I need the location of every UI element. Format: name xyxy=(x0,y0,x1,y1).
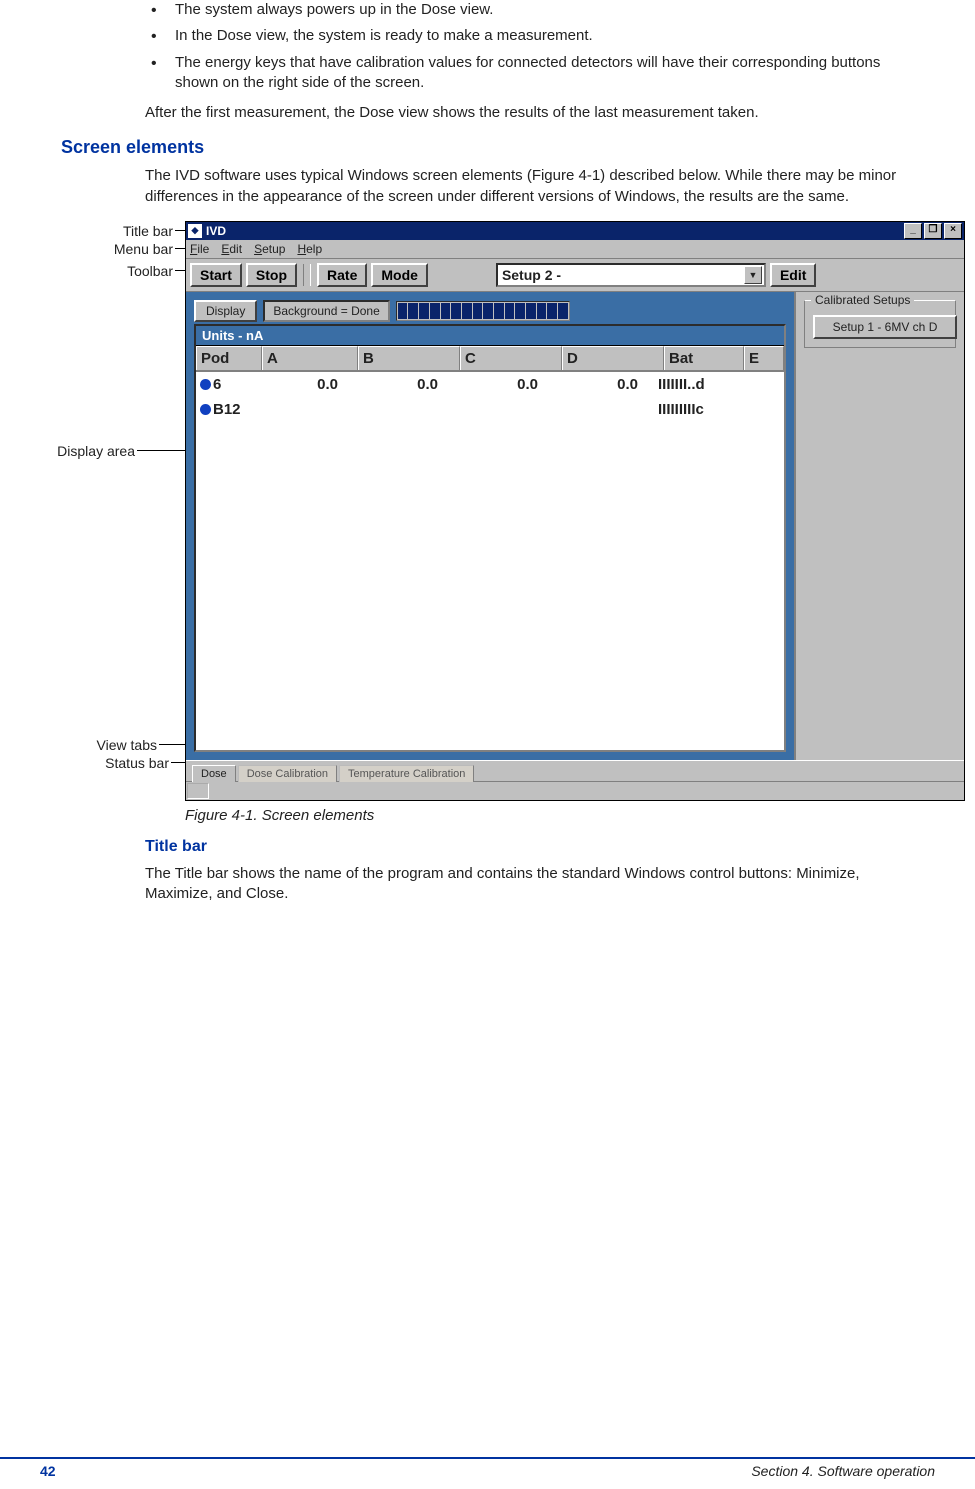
title-bar: ◆ IVD _ ❐ × xyxy=(186,222,964,240)
status-cell xyxy=(187,783,209,799)
cell: 6 xyxy=(213,376,221,393)
units-label: Units - nA xyxy=(202,328,263,343)
col-header: E xyxy=(744,346,784,370)
menu-bar: File Edit Setup Help xyxy=(186,240,964,259)
menu-setup[interactable]: Setup xyxy=(254,242,285,256)
cell xyxy=(354,399,454,420)
setup-button[interactable]: Setup 1 - 6MV ch D xyxy=(813,315,957,339)
figure-caption: Figure 4-1. Screen elements xyxy=(185,807,935,824)
menu-file[interactable]: File xyxy=(190,242,209,256)
pod-icon xyxy=(200,379,211,390)
callout-label: Display area xyxy=(57,443,135,459)
section-label: Section 4. Software operation xyxy=(751,1463,935,1479)
body-text: The IVD software uses typical Windows sc… xyxy=(145,166,925,207)
client-area: Display Background = Done Units - nA xyxy=(186,292,964,760)
menu-edit[interactable]: Edit xyxy=(221,242,242,256)
app-title: IVD xyxy=(206,224,226,238)
progress-bar xyxy=(396,301,570,321)
col-header: D xyxy=(562,346,664,370)
body-text: After the first measurement, the Dose vi… xyxy=(145,103,925,123)
calibrated-setups-group: Calibrated Setups Setup 1 - 6MV ch D xyxy=(804,300,956,348)
col-header: C xyxy=(460,346,562,370)
minimize-button[interactable]: _ xyxy=(904,223,922,239)
callout-label: Title bar xyxy=(123,223,173,239)
bullet-list: The system always powers up in the Dose … xyxy=(145,0,925,93)
app-window: ◆ IVD _ ❐ × File Edit Setup Help Start S… xyxy=(185,221,965,801)
callout-label: Toolbar xyxy=(127,263,173,279)
app-icon: ◆ xyxy=(188,224,202,238)
menu-help[interactable]: Help xyxy=(297,242,322,256)
page-number: 42 xyxy=(40,1463,56,1479)
cell xyxy=(260,399,354,420)
col-header: B xyxy=(358,346,460,370)
table-row: 6 0.0 0.0 0.0 0.0 IIIIIII..d xyxy=(196,372,784,397)
callout-label: Menu bar xyxy=(114,241,173,257)
group-title: Calibrated Setups xyxy=(811,293,914,307)
section-heading: Screen elements xyxy=(61,137,925,158)
bullet-item: The energy keys that have calibration va… xyxy=(145,53,925,94)
setup-combo[interactable]: Setup 2 - ▼ xyxy=(496,263,766,287)
setup-combo-value: Setup 2 - xyxy=(502,267,561,283)
right-pane: Calibrated Setups Setup 1 - 6MV ch D xyxy=(794,292,964,760)
cell: IIIIIIIIIc xyxy=(654,399,732,420)
cell: 0.0 xyxy=(354,374,454,395)
tab-dose-calibration[interactable]: Dose Calibration xyxy=(238,765,337,782)
pod-icon xyxy=(200,404,211,415)
cell: B12 xyxy=(213,401,241,418)
figure: Title bar Menu bar Toolbar Display area … xyxy=(40,221,935,824)
subsection-heading: Title bar xyxy=(145,838,925,856)
table-row: B12 IIIIIIIIIc xyxy=(196,397,784,422)
cell xyxy=(554,399,654,420)
bullet-item: In the Dose view, the system is ready to… xyxy=(145,26,925,46)
toolbar: Start Stop Rate Mode Setup 2 - ▼ Edit xyxy=(186,259,964,292)
page-footer: 42 Section 4. Software operation xyxy=(0,1457,975,1479)
stop-button[interactable]: Stop xyxy=(246,263,297,287)
data-grid: Units - nA Pod A B C D Bat E 6 xyxy=(194,324,786,752)
body-text: The Title bar shows the name of the prog… xyxy=(145,864,925,905)
callout-label: Status bar xyxy=(105,755,169,771)
view-tabs: Dose Dose Calibration Temperature Calibr… xyxy=(186,760,964,781)
bullet-item: The system always powers up in the Dose … xyxy=(145,0,925,20)
col-header: A xyxy=(262,346,358,370)
rate-button[interactable]: Rate xyxy=(317,263,367,287)
cell xyxy=(732,374,770,395)
mode-button[interactable]: Mode xyxy=(371,263,428,287)
tab-temperature-calibration[interactable]: Temperature Calibration xyxy=(339,765,474,782)
col-header: Pod xyxy=(196,346,262,370)
cell: IIIIIII..d xyxy=(654,374,732,395)
cell xyxy=(454,399,554,420)
chevron-down-icon[interactable]: ▼ xyxy=(744,266,762,284)
tab-dose[interactable]: Dose xyxy=(192,765,236,782)
cell xyxy=(732,399,770,420)
edit-button[interactable]: Edit xyxy=(770,263,816,287)
cell: 0.0 xyxy=(554,374,654,395)
close-button[interactable]: × xyxy=(944,223,962,239)
grid-header-row: Pod A B C D Bat E xyxy=(196,346,784,372)
start-button[interactable]: Start xyxy=(190,263,242,287)
status-bar xyxy=(186,781,964,800)
callout-label: View tabs xyxy=(97,737,157,753)
display-button[interactable]: Display xyxy=(194,300,257,322)
separator xyxy=(303,264,311,286)
background-status: Background = Done xyxy=(263,300,389,322)
col-header: Bat xyxy=(664,346,744,370)
cell: 0.0 xyxy=(454,374,554,395)
maximize-button[interactable]: ❐ xyxy=(924,223,942,239)
cell: 0.0 xyxy=(260,374,354,395)
